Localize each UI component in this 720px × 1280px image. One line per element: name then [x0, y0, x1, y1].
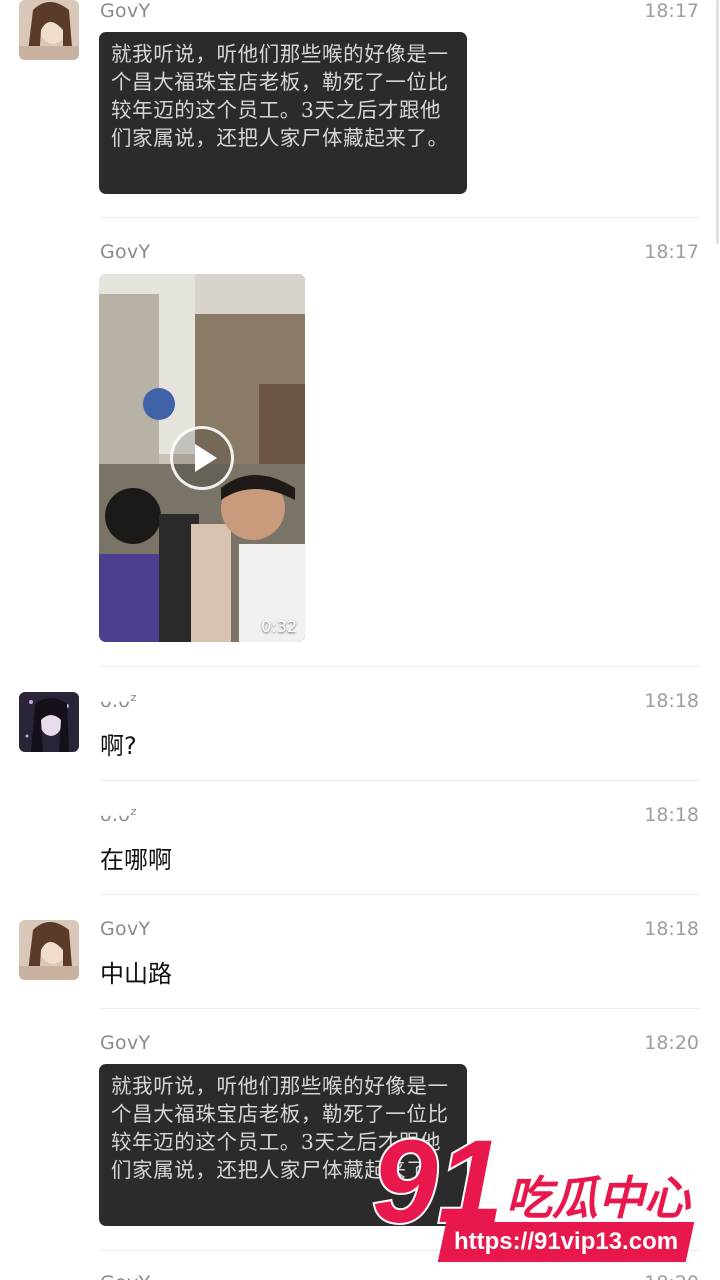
message-time: 18:18: [644, 804, 699, 826]
sender-name: GovY: [100, 1272, 150, 1280]
watermark-number-logo: 91: [370, 1126, 505, 1236]
divider: [100, 217, 700, 218]
message-time: 18:20: [644, 1272, 699, 1280]
message-time: 18:20: [644, 1032, 699, 1054]
video-duration: 0:32: [261, 617, 297, 636]
sender-name: ᴗ.ᴗᶻ: [100, 804, 138, 826]
image-message[interactable]: 就我听说，听他们那些喉的好像是一个昌大福珠宝店老板，勒死了一位比较年迈的这个员工…: [99, 32, 467, 194]
chat-history: GovY 18:17 就我听说，听他们那些喉的好像是一个昌大福珠宝店老板，勒死了…: [0, 0, 720, 1280]
text-message[interactable]: 中山路: [100, 954, 172, 989]
chat-message: GovY 18:17 就我听说，听他们那些喉的好像是一个昌大福珠宝店老板，勒死了…: [0, 0, 720, 218]
divider: [100, 1008, 700, 1009]
play-icon: [195, 444, 217, 472]
sender-name: GovY: [100, 0, 151, 22]
divider: [100, 780, 700, 781]
chat-message: ᴗ.ᴗᶻ 18:18 在哪啊: [0, 804, 720, 896]
text-message[interactable]: 啊?: [100, 726, 137, 761]
chat-message: GovY 18:17 0:32: [0, 241, 720, 667]
chat-message-partial: GovY 18:20: [0, 1272, 720, 1280]
message-time: 18:17: [644, 241, 699, 263]
text-message[interactable]: 在哪啊: [100, 840, 172, 875]
message-time: 18:17: [644, 0, 699, 22]
chat-message: GovY 18:18 中山路: [0, 918, 720, 1010]
video-message[interactable]: 0:32: [99, 274, 305, 642]
chat-message: ᴗ.ᴗᶻ 18:18 啊?: [0, 690, 720, 782]
message-time: 18:18: [644, 918, 699, 940]
sender-name: GovY: [100, 241, 151, 263]
sender-name: ᴗ.ᴗᶻ: [100, 690, 138, 712]
sender-name: GovY: [100, 918, 151, 940]
play-button[interactable]: [170, 426, 234, 490]
watermark-brand: 吃瓜中心: [506, 1171, 690, 1225]
message-time: 18:18: [644, 690, 699, 712]
watermark-url: https://91vip13.com: [437, 1222, 695, 1262]
svg-text:91: 91: [372, 1126, 503, 1236]
sender-name: GovY: [100, 1032, 151, 1054]
avatar-other[interactable]: [19, 692, 79, 752]
watermark: 91 吃瓜中心 https://91vip13.com: [368, 1126, 720, 1268]
avatar-govy[interactable]: [19, 920, 79, 980]
divider: [100, 666, 700, 667]
divider: [100, 894, 700, 895]
avatar-govy[interactable]: [19, 0, 79, 60]
scrollbar[interactable]: [716, 0, 719, 244]
